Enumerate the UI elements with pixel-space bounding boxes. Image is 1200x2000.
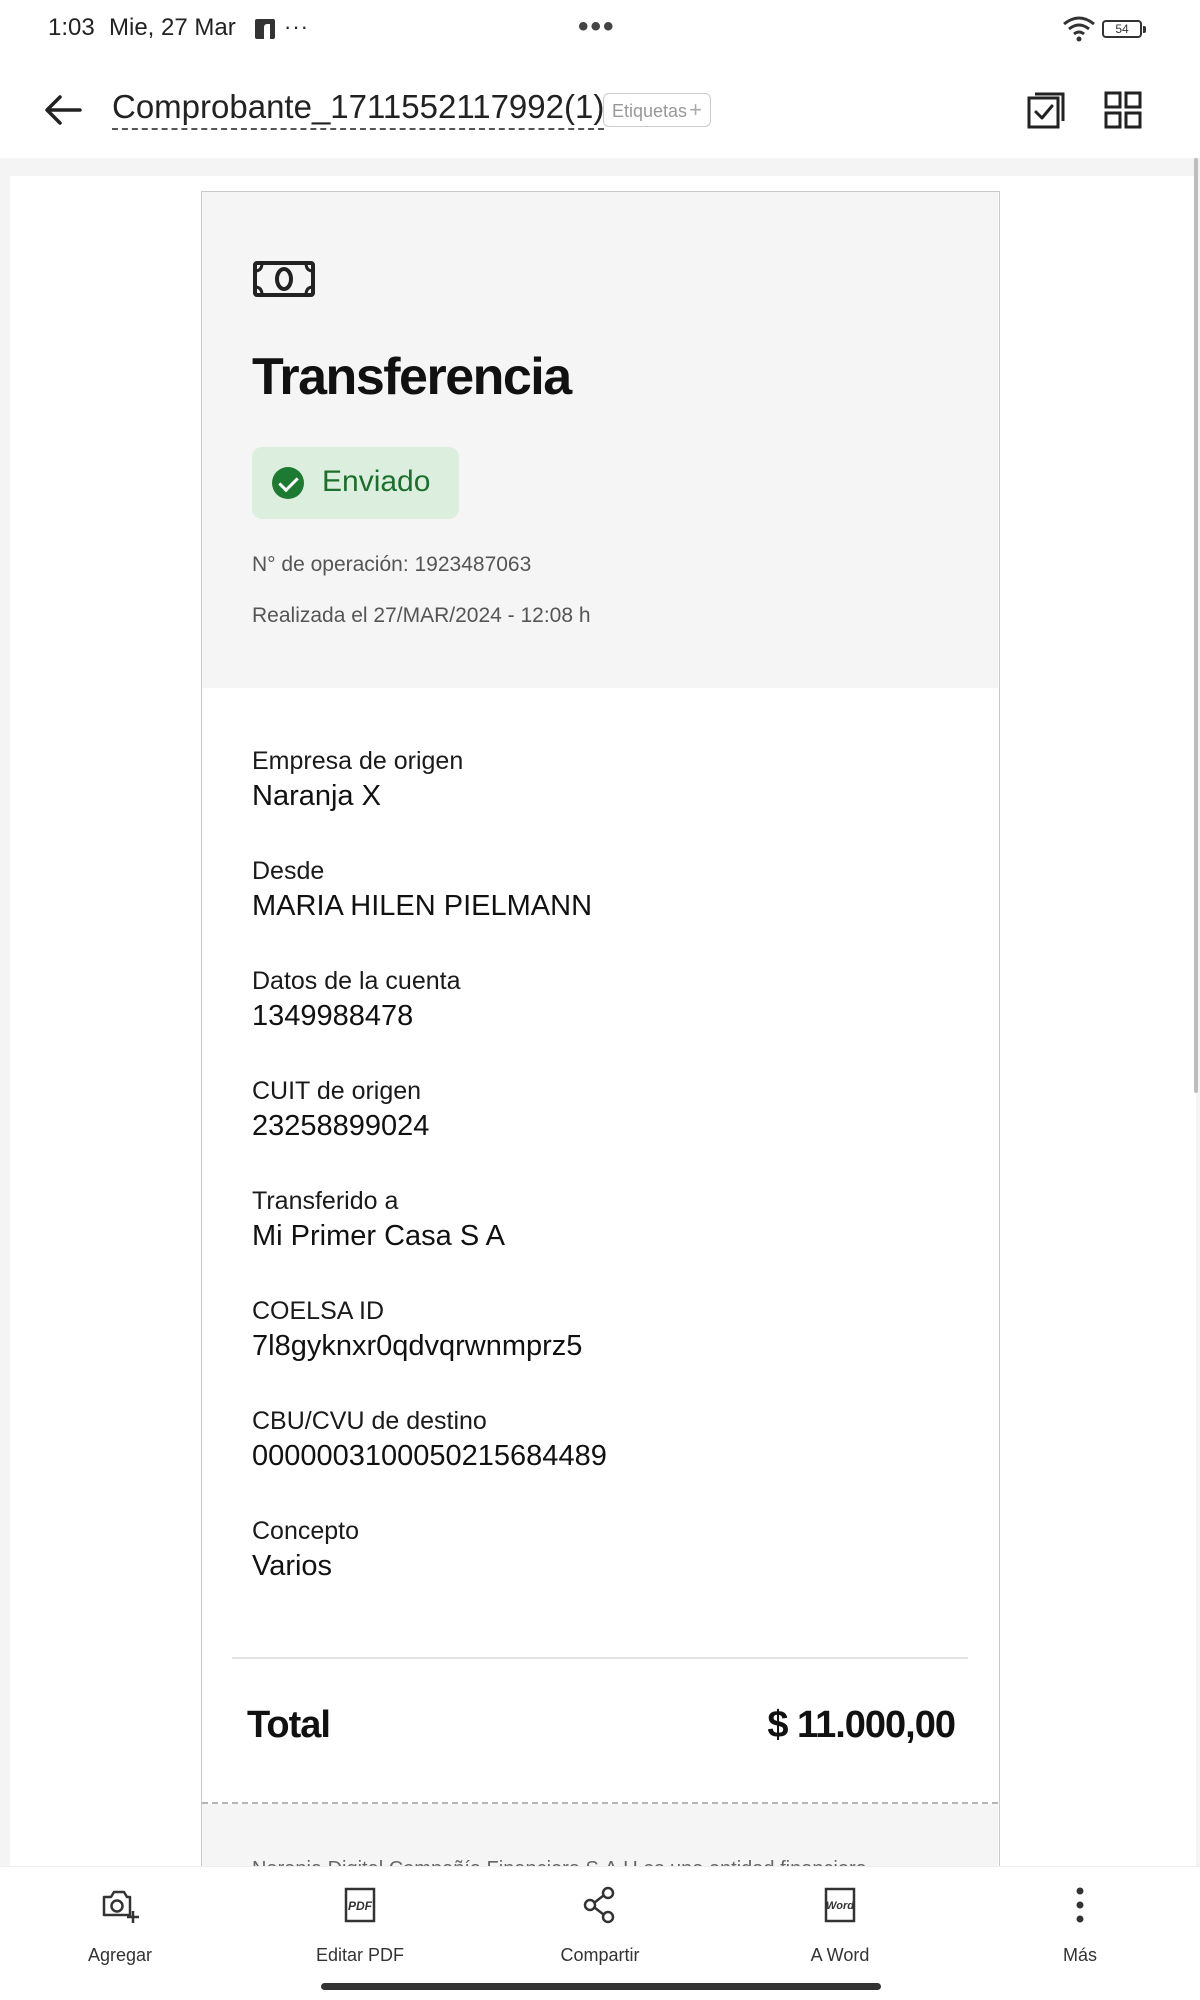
field-label: Datos de la cuenta xyxy=(252,967,461,995)
window-handle-icon[interactable]: ••• xyxy=(578,10,616,44)
plus-icon: + xyxy=(689,97,702,122)
total-amount: $ 11.000,00 xyxy=(767,1704,956,1746)
field-label: CUIT de origen xyxy=(252,1077,422,1105)
field-value: Naranja X xyxy=(252,780,381,812)
check-circle-icon xyxy=(272,467,304,499)
receipt-header: Transferencia Enviado N° de operación: 1… xyxy=(202,192,998,688)
status-bar: 1:03 Mie, 27 Mar ··· ••• 54 xyxy=(0,0,1200,60)
more-notifications-icon: ··· xyxy=(284,14,309,39)
status-date: Mie, 27 Mar xyxy=(109,14,236,41)
receipt-title: Transferencia xyxy=(252,348,572,406)
divider xyxy=(232,1657,968,1659)
status-badge: Enviado xyxy=(252,447,459,519)
word-icon: Word xyxy=(824,1887,856,1923)
home-indicator[interactable] xyxy=(321,1983,881,1990)
field-label: COELSA ID xyxy=(252,1297,384,1325)
field-label: Transferido a xyxy=(252,1187,399,1215)
action-label: Más xyxy=(1062,1945,1097,1965)
tags-button[interactable]: Etiquetas+ xyxy=(603,93,711,127)
more-button[interactable]: Más xyxy=(980,1867,1180,1977)
share-button[interactable]: Compartir xyxy=(500,1867,700,1977)
app-toolbar: Comprobante_1711552117992(1) Etiquetas+ xyxy=(0,60,1200,158)
edit-pdf-button[interactable]: PDF Editar PDF xyxy=(260,1867,460,1977)
field-label: Empresa de origen xyxy=(252,747,464,775)
total-label: Total xyxy=(247,1704,331,1746)
pdf-edit-icon: PDF xyxy=(344,1887,376,1923)
operation-number: N° de operación: 1923487063 xyxy=(252,553,532,576)
bottom-action-bar: Agregar PDF Editar PDF Compartir Word A … xyxy=(0,1866,1200,2000)
field-desde: Desde MARIA HILEN PIELMANN xyxy=(252,855,592,925)
field-value: 23258899024 xyxy=(252,1110,430,1142)
field-value: 0000003100050215684489 xyxy=(252,1440,607,1472)
document-viewer[interactable]: Transferencia Enviado N° de operación: 1… xyxy=(0,158,1200,1866)
field-value: Varios xyxy=(252,1550,333,1582)
field-cuit-origen: CUIT de origen 23258899024 xyxy=(252,1075,429,1145)
wifi-icon xyxy=(1063,16,1095,42)
money-bill-icon xyxy=(253,261,315,297)
status-text: Enviado xyxy=(322,465,431,498)
receipt-footer xyxy=(202,1804,998,1866)
action-label: Editar PDF xyxy=(315,1945,405,1965)
field-coelsa-id: COELSA ID 7l8gyknxr0qdvqrwnmprz5 xyxy=(252,1295,582,1365)
field-transferido-a: Transferido a Mi Primer Casa S A xyxy=(252,1185,505,1255)
grid-view-icon[interactable] xyxy=(1103,90,1143,130)
action-label: Agregar xyxy=(87,1945,153,1965)
receipt-card: Transferencia Enviado N° de operación: 1… xyxy=(201,191,1000,1866)
camera-add-icon xyxy=(102,1890,139,1923)
tags-label: Etiquetas xyxy=(612,101,688,121)
operation-date: Realizada el 27/MAR/2024 - 12:08 h xyxy=(252,604,591,627)
field-value: MARIA HILEN PIELMANN xyxy=(252,890,593,922)
field-cbu-destino: CBU/CVU de destino 000000310005021568448… xyxy=(252,1405,607,1475)
more-vertical-icon xyxy=(1076,1887,1084,1923)
field-value: 7l8gyknxr0qdvqrwnmprz5 xyxy=(252,1330,583,1362)
svg-text:Word: Word xyxy=(826,1900,854,1912)
back-arrow-icon[interactable] xyxy=(40,90,86,130)
document-title[interactable]: Comprobante_1711552117992(1) xyxy=(112,88,605,130)
field-label: Concepto xyxy=(252,1517,360,1545)
field-empresa-origen: Empresa de origen Naranja X xyxy=(252,745,463,815)
field-datos-cuenta: Datos de la cuenta 1349988478 xyxy=(252,965,460,1035)
scrollbar-thumb[interactable] xyxy=(1194,158,1198,1093)
footer-legal-text: Naranja Digital Compañía Financiera S.A.… xyxy=(252,1858,867,1866)
share-icon xyxy=(583,1886,615,1924)
field-label: Desde xyxy=(252,857,325,885)
add-button[interactable]: Agregar xyxy=(20,1867,220,1977)
facebook-notification-icon xyxy=(255,19,275,39)
action-label: A Word xyxy=(810,1945,870,1965)
battery-icon: 54 xyxy=(1102,20,1146,38)
field-value: 1349988478 xyxy=(252,1000,414,1032)
clock-time: 1:03 xyxy=(48,14,95,41)
action-label: Compartir xyxy=(560,1945,640,1965)
select-check-icon[interactable] xyxy=(1026,90,1066,130)
to-word-button[interactable]: Word A Word xyxy=(740,1867,940,1977)
field-concepto: Concepto Varios xyxy=(252,1515,359,1585)
svg-text:PDF: PDF xyxy=(348,1899,373,1913)
field-label: CBU/CVU de destino xyxy=(252,1407,487,1435)
field-value: Mi Primer Casa S A xyxy=(252,1220,505,1252)
